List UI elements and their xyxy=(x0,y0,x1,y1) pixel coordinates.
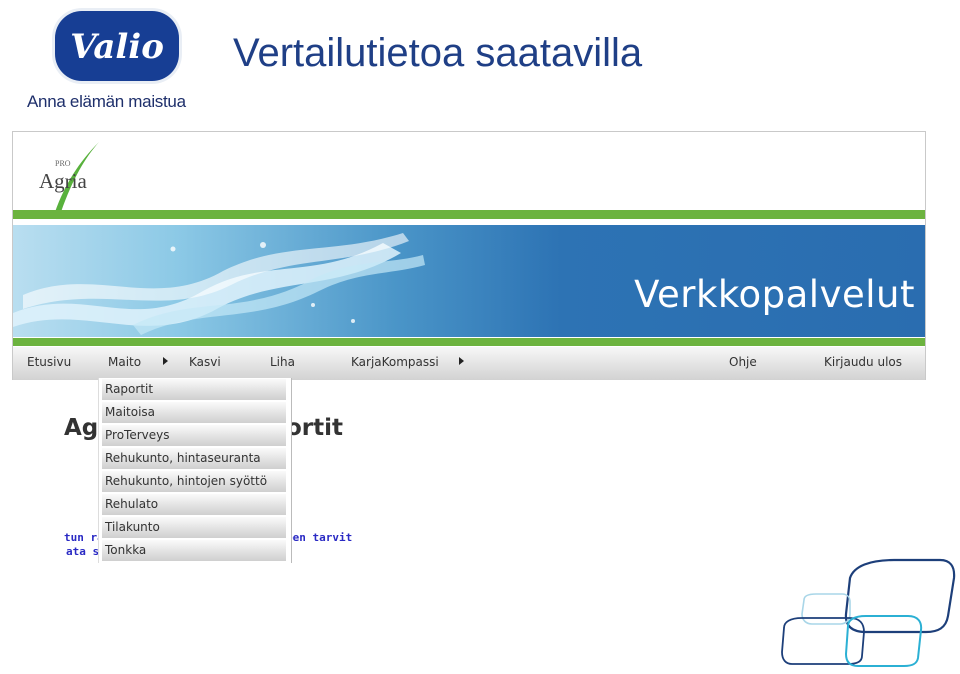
nav-maito[interactable]: Maito xyxy=(108,355,141,369)
website-screenshot: PRO Agria Verkkopalvelut Etusivu Maito K… xyxy=(12,131,926,380)
menu-item-tonkka[interactable]: Tonkka xyxy=(102,540,286,561)
menu-item-rehulato[interactable]: Rehulato xyxy=(102,494,286,515)
page-text-left-2: ata s xyxy=(66,545,100,558)
proagria-logo-text: Agria xyxy=(39,169,87,193)
banner: Verkkopalvelut xyxy=(13,225,925,337)
menu-item-proterveys[interactable]: ProTerveys xyxy=(102,425,286,446)
nav-kasvi[interactable]: Kasvi xyxy=(189,355,221,369)
page-heading-left: Ag xyxy=(64,415,99,441)
nav-logout[interactable]: Kirjaudu ulos xyxy=(824,355,902,369)
karjakompassi-submenu-arrow-icon xyxy=(459,357,464,365)
page-text-right-1: een tarvit xyxy=(286,531,353,544)
main-nav: Etusivu Maito Kasvi Liha KarjaKompassi O… xyxy=(13,347,925,380)
page-heading-right: ortit xyxy=(286,415,344,441)
header-green-stripe xyxy=(13,210,925,219)
menu-item-maitoisa[interactable]: Maitoisa xyxy=(102,402,286,423)
slide-title: Vertailutietoa saatavilla xyxy=(233,31,643,75)
decorative-shapes xyxy=(781,558,956,667)
proagria-logo: PRO Agria xyxy=(39,142,99,212)
nav-liha[interactable]: Liha xyxy=(270,355,295,369)
maito-submenu-arrow-icon xyxy=(163,357,168,365)
valio-tagline: Anna elämän maistua xyxy=(27,92,186,111)
menu-item-tilakunto[interactable]: Tilakunto xyxy=(102,517,286,538)
menu-item-rehukunto-hintojen-syotto[interactable]: Rehukunto, hintojen syöttö xyxy=(102,471,286,492)
valio-logo: Valio xyxy=(52,8,182,84)
nav-karjakompassi[interactable]: KarjaKompassi xyxy=(351,355,439,369)
maito-dropdown-menu: Raportit Maitoisa ProTerveys Rehukunto, … xyxy=(98,378,292,563)
nav-etusivu[interactable]: Etusivu xyxy=(27,355,71,369)
banner-title: Verkkopalvelut xyxy=(634,273,915,316)
menu-item-rehukunto-hintaseuranta[interactable]: Rehukunto, hintaseuranta xyxy=(102,448,286,469)
nav-ohje[interactable]: Ohje xyxy=(729,355,757,369)
banner-green-stripe xyxy=(13,338,925,346)
water-splash-image xyxy=(13,233,425,335)
menu-item-raportit[interactable]: Raportit xyxy=(102,379,286,400)
valio-logo-text: Valio xyxy=(70,27,164,67)
proagria-small-text: PRO xyxy=(55,159,71,168)
